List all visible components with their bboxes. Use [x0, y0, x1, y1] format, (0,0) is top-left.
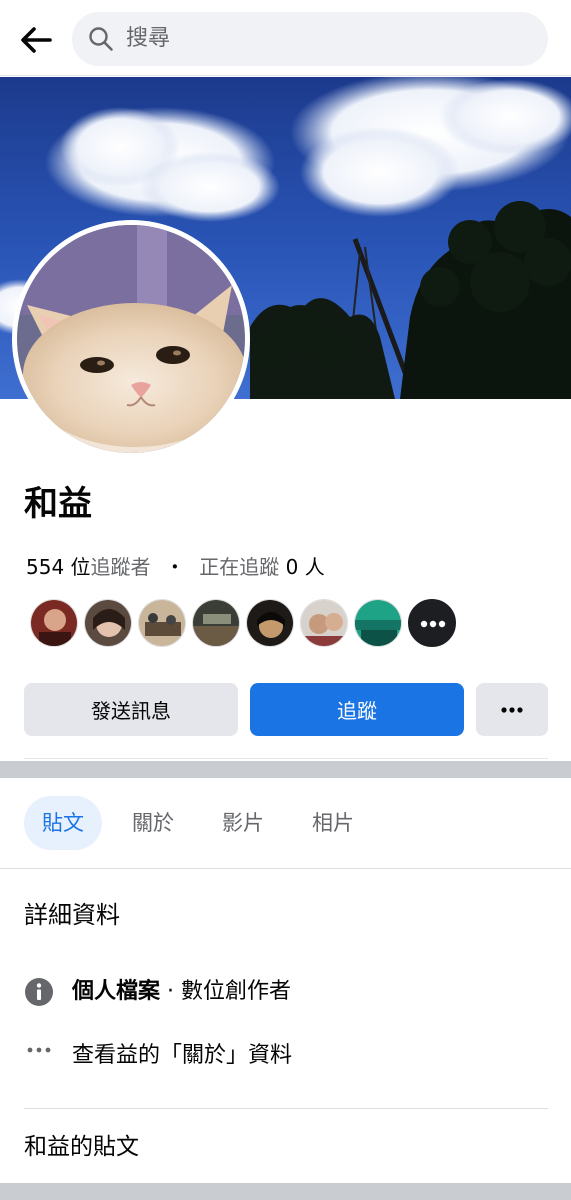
- profile-type-label: 個人檔案: [72, 979, 161, 1004]
- tab-about[interactable]: 關於: [120, 796, 186, 850]
- tab-videos[interactable]: 影片: [210, 796, 276, 850]
- follower-avatar[interactable]: [138, 599, 186, 647]
- arrow-left-icon[interactable]: [16, 20, 56, 60]
- stats-separator: ・: [164, 555, 185, 579]
- tab-posts[interactable]: 貼文: [24, 796, 102, 850]
- followers-label: 追蹤者: [90, 555, 151, 579]
- about-link[interactable]: 查看益的「關於」資料: [72, 1041, 292, 1071]
- profile-type-value: 數位創作者: [181, 979, 292, 1004]
- search-bar[interactable]: 搜尋: [72, 12, 548, 66]
- followers-unit: 位: [70, 555, 91, 579]
- divider: [24, 758, 548, 759]
- more-followers-button[interactable]: [408, 599, 456, 647]
- tab-photos[interactable]: 相片: [300, 796, 366, 850]
- details-title: 詳細資料: [24, 901, 120, 929]
- divider: [24, 1108, 548, 1109]
- follower-avatar[interactable]: [192, 599, 240, 647]
- top-bar: 搜尋: [0, 0, 571, 76]
- profile-type-separator: ·: [160, 979, 181, 1004]
- following-label: 正在追蹤: [199, 555, 280, 579]
- more-horizontal-icon: [501, 706, 523, 713]
- more-options-button[interactable]: [476, 683, 548, 736]
- follower-avatar[interactable]: [246, 599, 294, 647]
- search-placeholder: 搜尋: [126, 26, 171, 51]
- posts-title: 和益的貼文: [24, 1134, 139, 1160]
- more-icon: [420, 620, 446, 628]
- follow-stats[interactable]: 554 位追蹤者 ・ 正在追蹤 0 人: [26, 553, 325, 581]
- follower-avatar[interactable]: [300, 599, 348, 647]
- section-divider: [0, 761, 571, 778]
- avatar[interactable]: [17, 225, 245, 453]
- follower-avatar[interactable]: [84, 599, 132, 647]
- follow-button[interactable]: 追蹤: [250, 683, 464, 736]
- more-horizontal-icon: [27, 1047, 51, 1053]
- followers-count: 554: [26, 555, 65, 579]
- search-icon: [89, 27, 113, 51]
- following-unit: 人: [304, 555, 325, 579]
- info-icon: [25, 978, 53, 1006]
- tabs-divider: [0, 868, 571, 869]
- send-message-button[interactable]: 發送訊息: [24, 683, 238, 736]
- following-count: 0: [285, 555, 299, 579]
- follower-avatar[interactable]: [30, 599, 78, 647]
- section-divider: [0, 1183, 571, 1200]
- profile-name: 和益: [24, 484, 92, 524]
- follower-avatar[interactable]: [354, 599, 402, 647]
